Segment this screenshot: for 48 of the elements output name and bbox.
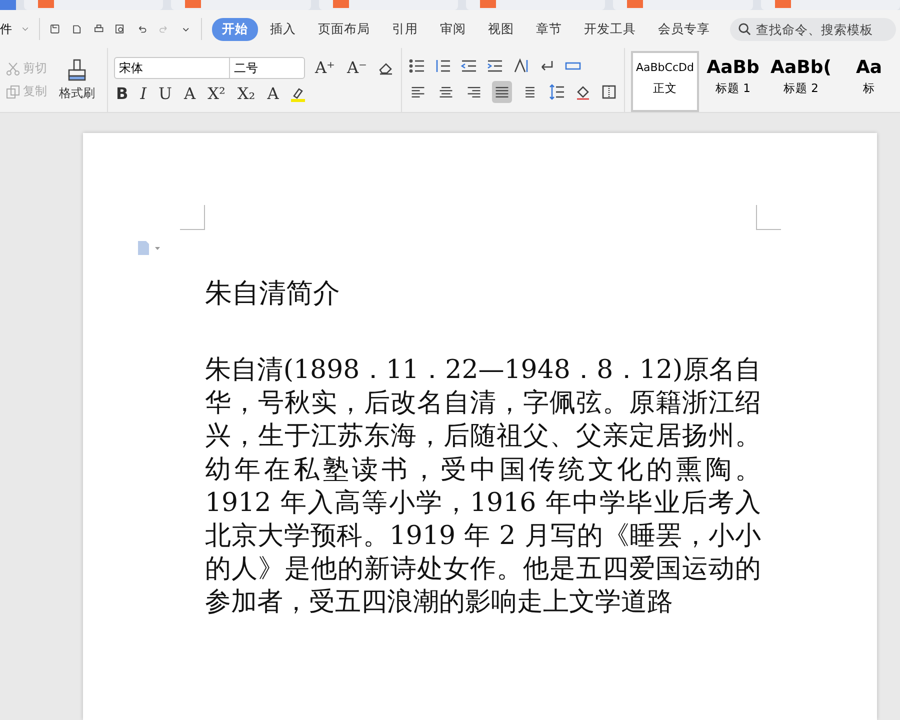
font-style-button[interactable]: B <box>114 85 130 103</box>
ribbon-tab[interactable]: 引用 <box>382 18 428 40</box>
document-tab[interactable] <box>760 0 900 10</box>
highlighter-icon[interactable] <box>288 85 307 103</box>
ribbon-tab[interactable]: 页面布局 <box>308 18 380 40</box>
scissors-icon <box>6 62 20 76</box>
paintbrush-icon <box>66 58 88 82</box>
style-preset[interactable]: AaBb 标题 1 <box>699 51 767 112</box>
font-style-button[interactable]: A <box>265 85 281 103</box>
document-paragraph: 朱自清(1898．11．22—1948．8．12)原名自华，号秋实，后改名自清，字佩弦。原籍浙江绍兴，生于江苏东海，后随祖父、父亲定居扬州。幼年在私塾读书，受中国传统文化的熏陶。1912 年入高等小学，1916 年中学毕业后考入北京大学预科。1919 年 2 月写的《睡罢，小小的人》是他的新诗处女作。他是五四爱国运动的参加者，受五四浪潮的影响走上文学道路 <box>205 354 761 620</box>
ribbon-tab[interactable]: 章节 <box>526 18 572 40</box>
font-style-button[interactable]: I <box>138 85 149 103</box>
font-size-button[interactable]: A⁻ <box>345 59 369 77</box>
line-spacing-icon[interactable] <box>548 83 566 101</box>
ribbon-tab[interactable]: 审阅 <box>430 18 476 40</box>
font-style-button[interactable]: U <box>156 85 174 103</box>
style-preset[interactable]: AaBbCcDd 正文 <box>631 51 699 112</box>
ribbon-tab[interactable]: 会员专享 <box>648 18 720 40</box>
font-size-dropdown[interactable]: 二号 <box>230 58 304 78</box>
ribbon-tab[interactable]: 开发工具 <box>574 18 646 40</box>
margin-corner-mark <box>756 205 781 230</box>
bullet-list-icon[interactable] <box>408 57 426 75</box>
document-tab[interactable] <box>613 0 753 10</box>
font-family-dropdown[interactable]: 宋体 <box>115 58 230 78</box>
numbered-list-icon[interactable] <box>434 57 452 75</box>
file-menu[interactable]: 件 <box>0 20 12 38</box>
search-icon <box>738 22 751 36</box>
document-tab[interactable] <box>24 0 164 10</box>
document-tab[interactable] <box>171 0 311 10</box>
margin-corner-mark <box>180 205 205 230</box>
align-button[interactable] <box>492 81 512 103</box>
font-style-button[interactable]: X₂ <box>235 85 258 103</box>
ribbon-tab[interactable]: 视图 <box>478 18 524 40</box>
font-size-button[interactable]: A⁺ <box>313 59 337 77</box>
format-painter-button[interactable]: 格式刷 <box>53 58 101 102</box>
ribbon-tab[interactable]: 插入 <box>260 18 306 40</box>
style-preset[interactable]: Aa 标 <box>835 51 900 112</box>
document-tab[interactable] <box>466 0 606 10</box>
copy-icon <box>6 84 20 98</box>
chevron-down-icon[interactable] <box>22 26 29 32</box>
search-field[interactable]: 查找命令、搜索模板 <box>730 18 896 40</box>
borders-icon[interactable] <box>600 83 618 101</box>
document-tab[interactable] <box>318 0 458 10</box>
style-preset[interactable]: AaBb( 标题 2 <box>767 51 835 112</box>
font-style-button[interactable]: X² <box>206 85 228 103</box>
font-style-button[interactable]: A <box>182 85 198 103</box>
app-tab[interactable] <box>0 0 16 10</box>
document-title: 朱自清简介 <box>205 277 341 311</box>
